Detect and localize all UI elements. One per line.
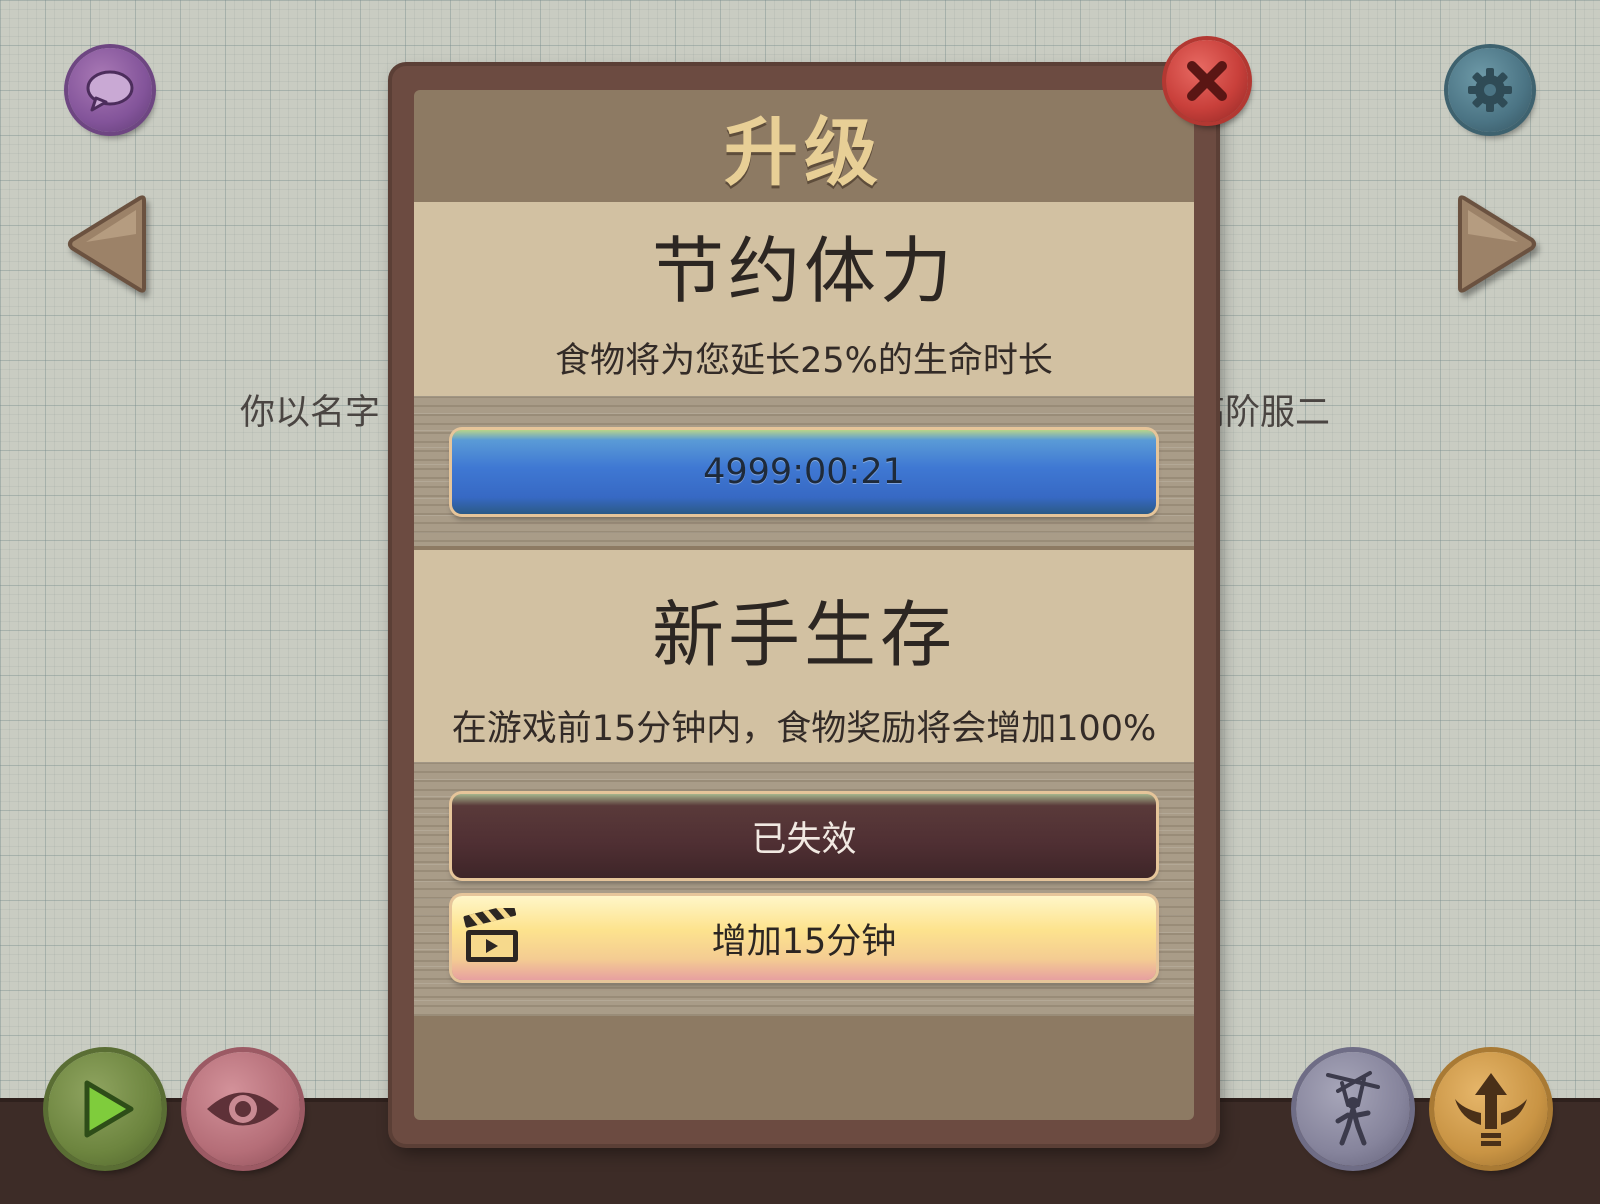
wood-panel: 4999:00:21 [414, 396, 1194, 546]
prev-button[interactable] [66, 194, 152, 294]
background-text-left: 你以名字 [240, 393, 381, 433]
upgrade-button[interactable] [1434, 1052, 1548, 1166]
section-heading: 新手生存 [651, 593, 956, 677]
right-arrow-icon [1458, 195, 1536, 293]
puppet-button[interactable] [1296, 1052, 1410, 1166]
close-icon [1187, 61, 1227, 101]
section-description: 在游戏前15分钟内，食物奖励将会增加100% [451, 709, 1157, 749]
play-icon [84, 1080, 134, 1138]
view-button[interactable] [186, 1052, 300, 1166]
close-button[interactable] [1166, 40, 1248, 122]
expired-status-bar: 已失效 [452, 794, 1156, 878]
chat-bubble-icon [86, 70, 134, 112]
section-save-stamina: 节约体力 食物将为您延长25%的生命时长 [414, 202, 1194, 396]
chat-button[interactable] [68, 48, 152, 132]
section-heading: 节约体力 [651, 229, 956, 313]
section-newbie-survival: 新手生存 在游戏前15分钟内，食物奖励将会增加100% [414, 550, 1194, 762]
wood-panel: 已失效 增加15分钟 [414, 762, 1194, 1016]
play-button[interactable] [48, 1052, 162, 1166]
next-button[interactable] [1452, 194, 1538, 294]
eye-icon [207, 1092, 279, 1126]
dialog-title: 升级 [724, 109, 884, 196]
gear-icon [1468, 68, 1512, 112]
left-arrow-icon [68, 195, 146, 293]
winged-arrow-icon [1455, 1073, 1527, 1146]
dialog-body: 升级 节约体力 食物将为您延长25%的生命时长 4999:00:21 新手生存 … [414, 90, 1194, 1120]
puppet-icon [1326, 1071, 1380, 1146]
timer-bar: 4999:00:21 [452, 430, 1156, 514]
upgrade-dialog: 升级 节约体力 食物将为您延长25%的生命时长 4999:00:21 新手生存 … [392, 66, 1216, 1144]
add-15-minutes-label: 增加15分钟 [711, 921, 897, 962]
clapperboard-icon [463, 908, 518, 962]
settings-button[interactable] [1448, 48, 1532, 132]
add-15-minutes-button[interactable]: 增加15分钟 [452, 896, 1156, 980]
section-description: 食物将为您延长25%的生命时长 [555, 341, 1053, 381]
